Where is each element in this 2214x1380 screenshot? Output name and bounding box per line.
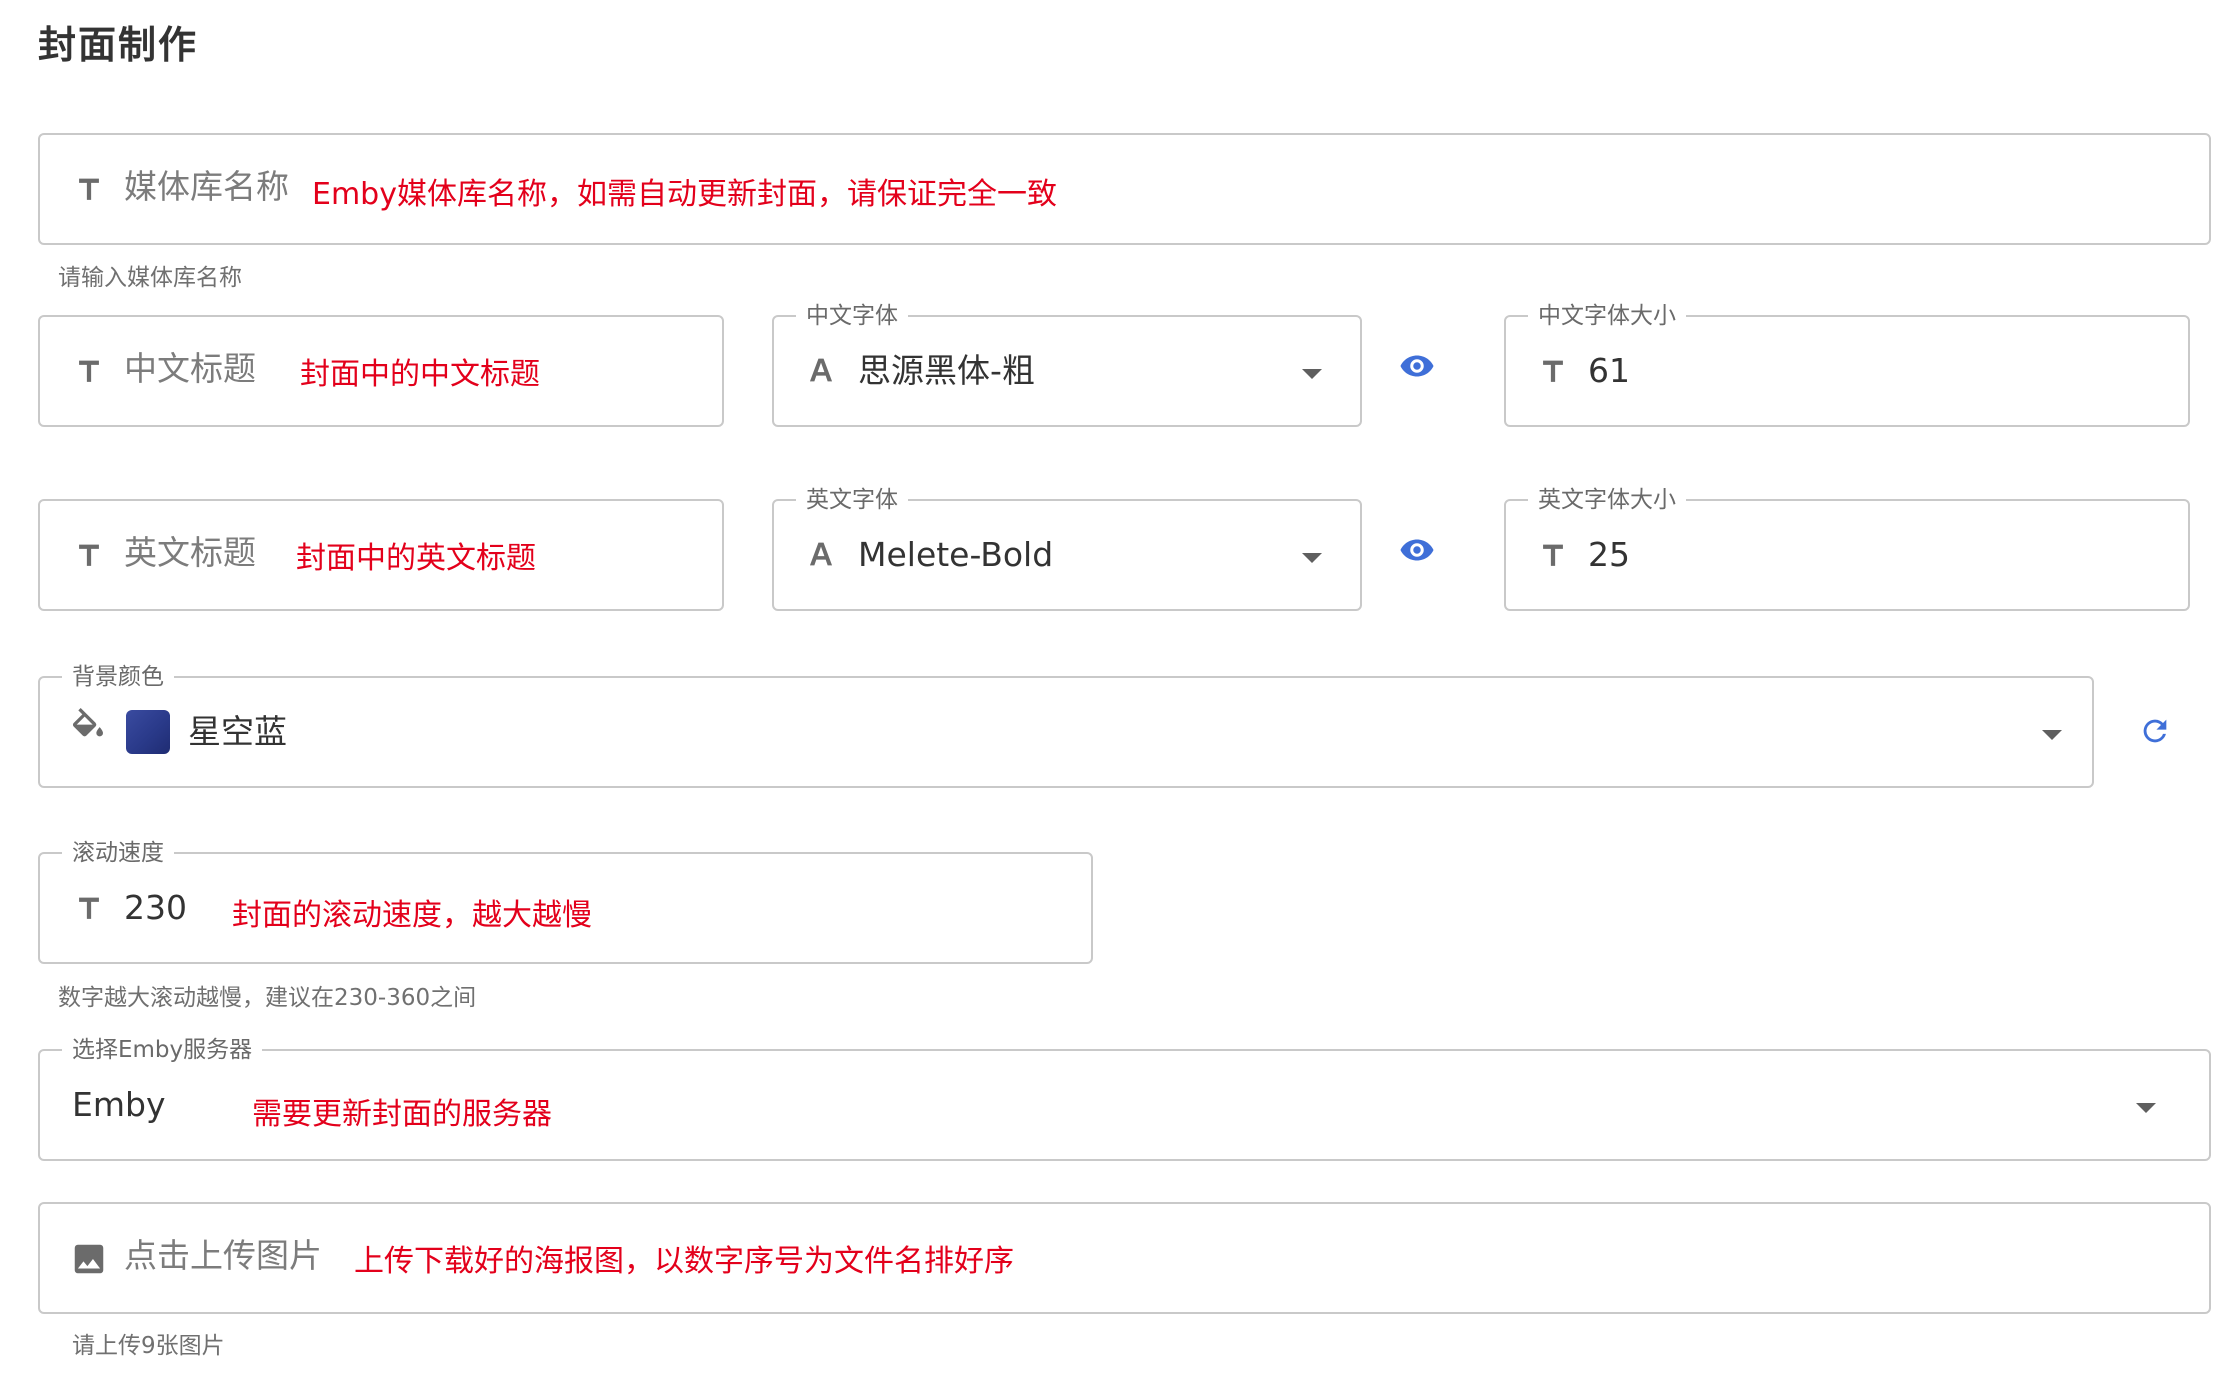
- cn-font-size-value: 61: [1588, 351, 1630, 390]
- en-font-preview-eye-icon[interactable]: [1399, 532, 1435, 568]
- en-font-size-field[interactable]: 英文字体大小 25: [1504, 486, 2190, 611]
- paint-bucket-icon: [68, 708, 108, 748]
- chevron-down-icon: [1302, 553, 1322, 563]
- image-icon: [70, 1240, 108, 1278]
- server-label: 选择Emby服务器: [62, 1036, 263, 1064]
- text-icon: [72, 355, 106, 389]
- library-name-hint: 请输入媒体库名称: [58, 265, 242, 291]
- chevron-down-icon: [2042, 730, 2062, 740]
- upload-images-field[interactable]: 点击上传图片 上传下载好的海报图，以数字序号为文件名排好序: [38, 1202, 2211, 1314]
- en-font-size-label: 英文字体大小: [1528, 486, 1686, 514]
- cn-font-value: 思源黑体-粗: [858, 351, 1035, 390]
- server-annotation: 需要更新封面的服务器: [252, 1097, 552, 1132]
- cn-title-placeholder: 中文标题: [124, 349, 256, 388]
- scroll-speed-annotation: 封面的滚动速度，越大越慢: [232, 898, 592, 933]
- upload-placeholder: 点击上传图片: [124, 1236, 322, 1275]
- chevron-down-icon: [2136, 1103, 2156, 1113]
- text-icon: [72, 539, 106, 573]
- en-title-annotation: 封面中的英文标题: [296, 541, 536, 576]
- text-icon: [72, 892, 106, 926]
- bg-color-label: 背景颜色: [62, 663, 174, 691]
- scroll-speed-label: 滚动速度: [62, 839, 174, 867]
- cn-font-size-label: 中文字体大小: [1528, 302, 1686, 330]
- cn-font-preview-eye-icon[interactable]: [1399, 348, 1435, 384]
- cn-font-select[interactable]: 中文字体 思源黑体-粗: [772, 302, 1362, 427]
- cn-title-field[interactable]: 中文标题 封面中的中文标题: [38, 315, 724, 427]
- en-font-label: 英文字体: [796, 486, 908, 514]
- upload-hint: 请上传9张图片: [72, 1333, 225, 1359]
- font-icon: [804, 537, 838, 571]
- page-title: 封面制作: [38, 23, 199, 67]
- en-font-select[interactable]: 英文字体 Melete-Bold: [772, 486, 1362, 611]
- library-name-annotation: Emby媒体库名称，如需自动更新封面，请保证完全一致: [312, 177, 1057, 212]
- chevron-down-icon: [1302, 369, 1322, 379]
- en-font-size-value: 25: [1588, 535, 1630, 574]
- color-swatch: [126, 710, 170, 754]
- en-title-field[interactable]: 英文标题 封面中的英文标题: [38, 499, 724, 611]
- server-value: Emby: [72, 1085, 166, 1124]
- cn-font-label: 中文字体: [796, 302, 908, 330]
- refresh-icon[interactable]: [2138, 714, 2172, 748]
- library-name-placeholder: 媒体库名称: [124, 167, 289, 206]
- text-icon: [72, 173, 106, 207]
- bg-color-value: 星空蓝: [188, 712, 287, 751]
- bg-color-select[interactable]: 背景颜色 星空蓝: [38, 663, 2094, 788]
- upload-annotation: 上传下载好的海报图，以数字序号为文件名排好序: [354, 1244, 1014, 1279]
- cn-font-size-field[interactable]: 中文字体大小 61: [1504, 302, 2190, 427]
- server-select[interactable]: 选择Emby服务器 Emby 需要更新封面的服务器: [38, 1036, 2211, 1161]
- en-font-value: Melete-Bold: [858, 535, 1054, 574]
- cn-title-annotation: 封面中的中文标题: [300, 357, 540, 392]
- scroll-speed-hint: 数字越大滚动越慢，建议在230-360之间: [58, 985, 477, 1011]
- text-icon: [1536, 355, 1570, 389]
- text-icon: [1536, 539, 1570, 573]
- font-icon: [804, 353, 838, 387]
- library-name-field[interactable]: 媒体库名称 Emby媒体库名称，如需自动更新封面，请保证完全一致: [38, 133, 2211, 245]
- en-title-placeholder: 英文标题: [124, 533, 256, 572]
- scroll-speed-field[interactable]: 滚动速度 230 封面的滚动速度，越大越慢: [38, 839, 1093, 964]
- scroll-speed-value: 230: [124, 888, 187, 927]
